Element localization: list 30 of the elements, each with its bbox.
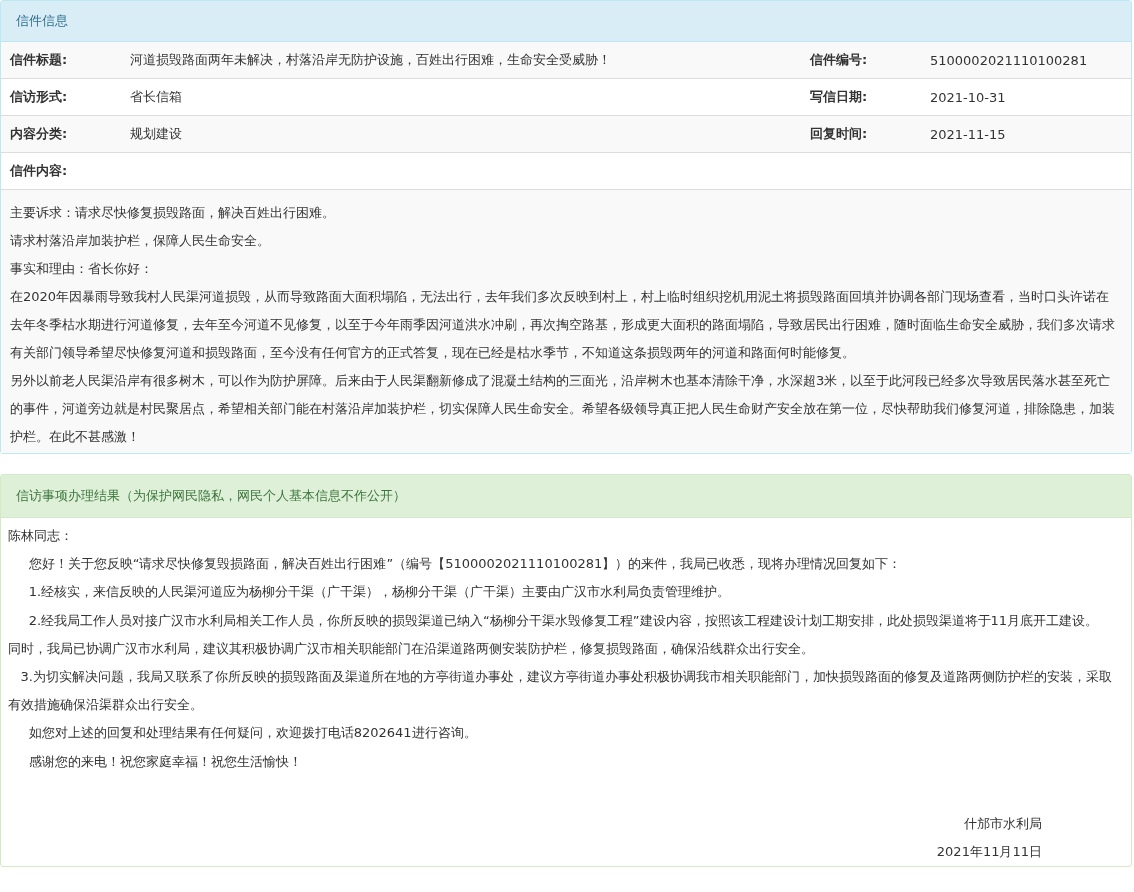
content-paragraph: 请求村落沿岸加装护栏，保障人民生命安全。 xyxy=(10,232,271,250)
signature-date: 2021年11月11日 xyxy=(936,843,1042,862)
content-paragraph: 在2020年因暴雨导致我村人民渠河道损毁，从而导致路面大面积塌陷，无法出行，去年我们多次反映到村上，村上临时组织挖机用泥土将损毁路面回填并协调各部门现场查看，当时口头许诺在去年冬季枯水期进行河道修复，去年至今河道不见修复，以至于今年雨季因河道洪水冲刷，再次掏空路基，形成更大面积的路面塌陷，导致居民出行困难，随时面临生命安全威胁，我们多次请求有关部门领导希望尽快修复河道和损毁路面，至今没有任何官方的正式答复，现在已经是枯水季节，不知道这条损毁两年的河道和路面何时能修复。 xyxy=(10,288,1116,362)
field-label: 信件内容: xyxy=(10,162,69,180)
content-paragraph: 另外以前老人民渠沿岸有很多树木，可以作为防护屏障。后来由于人民渠翻新修成了混凝土结构的三面光，沿岸树木也基本清除干净，水深超3米，以至于此河段已经多次导致居民落水甚至死亡的事件，河道旁边就是村民聚居点，希望相关部门能在村落沿岸加装护栏，切实保障人民生命安全。希望各级领导真正把人民生命财产安全放在第一位，尽快帮助我们修复河道，排除隐患，加装护栏。在此不甚感激！ xyxy=(10,372,1116,446)
field-value: 2021-10-31 xyxy=(930,89,1006,105)
field-label: 信访形式: xyxy=(10,88,69,106)
reply-paragraph: 2.经我局工作人员对接广汉市水利局相关工作人员，你所反映的损毁渠道已纳入“杨柳分干渠水毁修复工程”建设内容，按照该工程建设计划工期安排，此处损毁渠道将于11月底开工建设。 xyxy=(27,611,1100,630)
reply-paragraph: 3.为切实解决问题，我局又联系了你所反映的损毁路面及渠道所在地的方亭街道办事处，建议方亭街道办事处积极协调我市相关职能部门，加快损毁路面的修复及道路两侧防护栏的安装，采取有效措施确保沿渠群众出行安全。 xyxy=(8,668,1113,715)
field-label: 信件编号: xyxy=(810,51,869,69)
field-label: 内容分类: xyxy=(10,125,69,143)
reply-paragraph: 1.经核实，来信反映的人民渠河道应为杨柳分干渠（广干渠），杨柳分干渠（广干渠）主要由广汉市水利局负责管理维护。 xyxy=(27,583,732,602)
field-label: 写信日期: xyxy=(810,88,869,106)
panel-heading: 信件信息 xyxy=(1,1,1131,42)
reply-paragraph: 如您对上述的回复和处理结果有任何疑问，欢迎拨打电话8202641进行咨询。 xyxy=(27,724,478,743)
field-value: 省长信箱 xyxy=(130,88,183,106)
field-value: 2021-11-15 xyxy=(930,126,1006,142)
reply-paragraph: 同时，我局已协调广汉市水利局，建议其积极协调广汉市相关职能部门在沿渠道路两侧安装防护栏，修复损毁路面，确保沿线群众出行安全。 xyxy=(8,639,815,658)
field-label: 回复时间: xyxy=(810,125,869,143)
field-value: 河道损毁路面两年未解决，村落沿岸无防护设施，百姓出行困难，生命安全受威胁！ xyxy=(130,51,612,69)
content-paragraph: 主要诉求：请求尽快修复损毁路面，解决百姓出行困难。 xyxy=(10,204,336,222)
reply-paragraph: 感谢您的来电！祝您家庭幸福！祝您生活愉快！ xyxy=(27,752,303,771)
content-paragraph: 事实和理由：省长你好： xyxy=(10,260,154,278)
reply-paragraph: 陈林同志： xyxy=(8,527,74,545)
reply-paragraph: 您好！关于您反映“请求尽快修复毁损路面，解决百姓出行困难”（编号【5100002021110100281】）的来件，我局已收悉，现将办理情况回复如下： xyxy=(27,555,903,574)
signature-org: 什邡市水利局 xyxy=(964,814,1042,833)
panel-heading: 信访事项办理结果（为保护网民隐私，网民个人基本信息不作公开） xyxy=(1,475,1131,518)
field-value: 规划建设 xyxy=(130,125,183,143)
field-label: 信件标题: xyxy=(10,51,69,69)
field-value: 5100002021110100281 xyxy=(930,52,1088,68)
